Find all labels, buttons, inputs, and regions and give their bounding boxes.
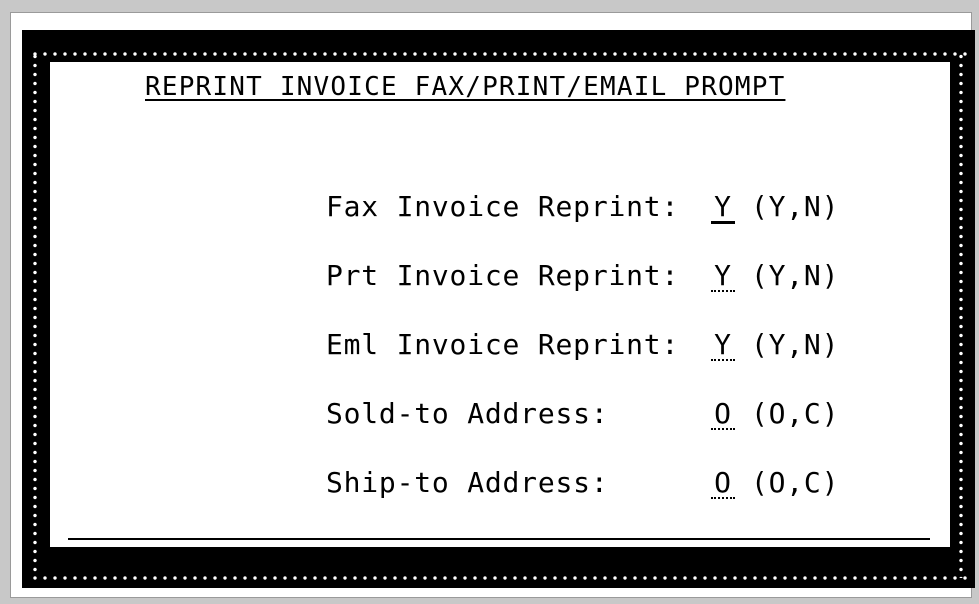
fax-invoice-reprint-input[interactable]: Y — [710, 193, 735, 224]
prt-invoice-reprint-label: Prt Invoice Reprint: — [325, 259, 680, 292]
dotted-border-top — [30, 52, 967, 56]
eml-invoice-reprint-options: (Y,N) — [750, 328, 840, 361]
bottom-separator — [68, 538, 930, 540]
prt-invoice-reprint-input[interactable]: Y — [710, 262, 735, 292]
prt-invoice-reprint-options: (Y,N) — [750, 259, 840, 292]
sold-to-address-label: Sold-to Address: — [325, 397, 609, 430]
fax-invoice-reprint-options: (Y,N) — [750, 190, 840, 223]
fax-invoice-reprint-label: Fax Invoice Reprint: — [325, 190, 680, 223]
dotted-border-right — [959, 52, 963, 578]
ship-to-address-options: (O,C) — [750, 466, 840, 499]
sold-to-address-input[interactable]: O — [710, 400, 735, 430]
ship-to-address-label: Ship-to Address: — [325, 466, 609, 499]
dotted-border-bottom — [30, 576, 967, 580]
prompt-title: REPRINT INVOICE FAX/PRINT/EMAIL PROMPT — [145, 72, 786, 102]
prompt-panel: REPRINT INVOICE FAX/PRINT/EMAIL PROMPT F… — [50, 62, 950, 547]
sold-to-address-options: (O,C) — [750, 397, 840, 430]
eml-invoice-reprint-input[interactable]: Y — [710, 331, 735, 361]
prompt-frame: REPRINT INVOICE FAX/PRINT/EMAIL PROMPT F… — [22, 30, 975, 588]
dotted-border-left — [33, 52, 37, 578]
ship-to-address-input[interactable]: O — [710, 469, 735, 499]
ship-to-address-row: Ship-to Address: O (O,C) — [220, 433, 839, 532]
eml-invoice-reprint-label: Eml Invoice Reprint: — [325, 328, 680, 361]
